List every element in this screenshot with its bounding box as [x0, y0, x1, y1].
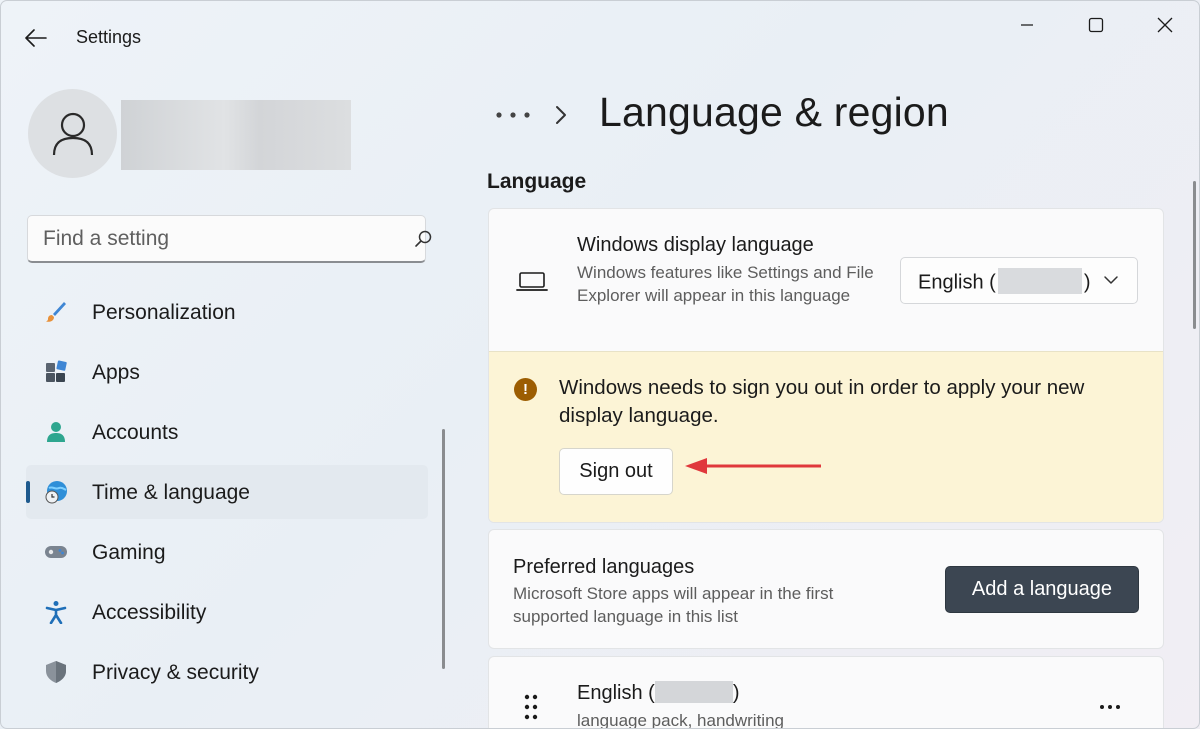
sign-out-warning: ! Windows needs to sign you out in order…: [489, 351, 1163, 522]
search-box[interactable]: [27, 215, 432, 263]
sidebar-item-personalization[interactable]: Personalization: [26, 285, 428, 339]
sidebar-scrollbar[interactable]: [442, 429, 445, 669]
drag-handle-icon[interactable]: [523, 694, 539, 720]
sign-out-button[interactable]: Sign out: [559, 448, 673, 495]
breadcrumb-more-button[interactable]: [491, 95, 535, 135]
preferred-languages-card: Preferred languages Microsoft Store apps…: [488, 529, 1164, 649]
redacted-region: [997, 268, 1082, 294]
globe-clock-icon: [45, 481, 67, 504]
back-button[interactable]: [21, 23, 51, 53]
add-language-button[interactable]: Add a language: [945, 566, 1139, 613]
display-language-card: Windows display language Windows feature…: [488, 208, 1164, 523]
chevron-right-icon: [556, 105, 566, 124]
sidebar-item-accounts[interactable]: Accounts: [26, 405, 428, 459]
sidebar-item-label: Gaming: [92, 541, 166, 564]
sidebar-item-label: Accessibility: [92, 601, 207, 624]
language-name-prefix: English (: [577, 682, 655, 704]
warning-message: Windows needs to sign you out in order t…: [559, 376, 1085, 427]
installed-language-name: English (): [577, 680, 740, 705]
dropdown-selected-value: English (): [918, 268, 1091, 296]
active-indicator: [26, 481, 30, 503]
page-title: Language & region: [599, 89, 949, 135]
sidebar-item-label: Accounts: [92, 421, 179, 444]
display-language-dropdown[interactable]: English (): [900, 257, 1138, 304]
redacted-region: [654, 680, 733, 703]
search-icon[interactable]: [414, 230, 432, 248]
dropdown-value-prefix: English (: [918, 271, 996, 294]
gamepad-icon: [45, 546, 67, 558]
preferred-languages-title: Preferred languages: [513, 556, 695, 578]
search-input[interactable]: [43, 224, 383, 254]
display-language-title: Windows display language: [577, 234, 814, 256]
sidebar-item-label: Personalization: [92, 301, 236, 324]
close-button[interactable]: [1142, 9, 1188, 41]
paintbrush-icon: [46, 302, 66, 322]
annotation-arrow-icon: [685, 458, 821, 474]
shield-icon: [46, 661, 66, 683]
sidebar-item-gaming[interactable]: Gaming: [26, 525, 428, 579]
breadcrumb: [491, 87, 589, 142]
display-language-description: Windows features like Settings and File …: [577, 263, 874, 305]
user-icon: [52, 112, 93, 155]
sidebar-item-time-language[interactable]: Time & language: [26, 465, 428, 519]
accessibility-icon: [45, 601, 67, 624]
app-title: Settings: [76, 27, 142, 47]
more-horizontal-icon: [496, 111, 530, 118]
more-options-icon[interactable]: [1099, 704, 1121, 710]
maximize-button[interactable]: [1073, 9, 1119, 41]
maximize-icon: [1088, 17, 1104, 33]
minimize-button[interactable]: [1004, 9, 1050, 41]
sidebar-item-apps[interactable]: Apps: [26, 345, 428, 399]
chevron-down-icon: [1104, 276, 1118, 284]
display-language-row: Windows display language Windows feature…: [489, 209, 1163, 351]
profile-name-redacted: [121, 100, 351, 170]
section-title-language: Language: [487, 170, 587, 193]
settings-window: Settings Personaliz: [0, 0, 1200, 729]
main-scrollbar[interactable]: [1193, 181, 1196, 329]
laptop-icon: [516, 272, 548, 291]
dropdown-value-suffix: ): [1083, 271, 1091, 294]
language-name-suffix: ): [732, 682, 740, 704]
back-arrow-icon: [25, 29, 47, 47]
preferred-languages-description: Microsoft Store apps will appear in the …: [513, 584, 834, 626]
sidebar-item-privacy-security[interactable]: Privacy & security: [26, 645, 428, 699]
minimize-icon: [1021, 24, 1033, 26]
title-bar: Settings: [1, 1, 1199, 49]
sidebar-item-accessibility[interactable]: Accessibility: [26, 585, 428, 639]
installed-language-features: language pack, handwriting: [577, 711, 784, 729]
installed-language-card[interactable]: English () language pack, handwriting: [488, 656, 1164, 729]
sidebar-item-label: Privacy & security: [92, 661, 259, 684]
sidebar-item-label: Apps: [92, 361, 140, 384]
avatar[interactable]: [28, 89, 117, 178]
warning-icon: !: [514, 378, 537, 401]
sidebar-nav: Personalization Apps Accounts Time & lan…: [26, 285, 428, 705]
close-icon: [1157, 17, 1173, 33]
person-icon: [47, 422, 65, 442]
sidebar-item-label: Time & language: [92, 481, 250, 504]
apps-icon: [46, 360, 67, 382]
